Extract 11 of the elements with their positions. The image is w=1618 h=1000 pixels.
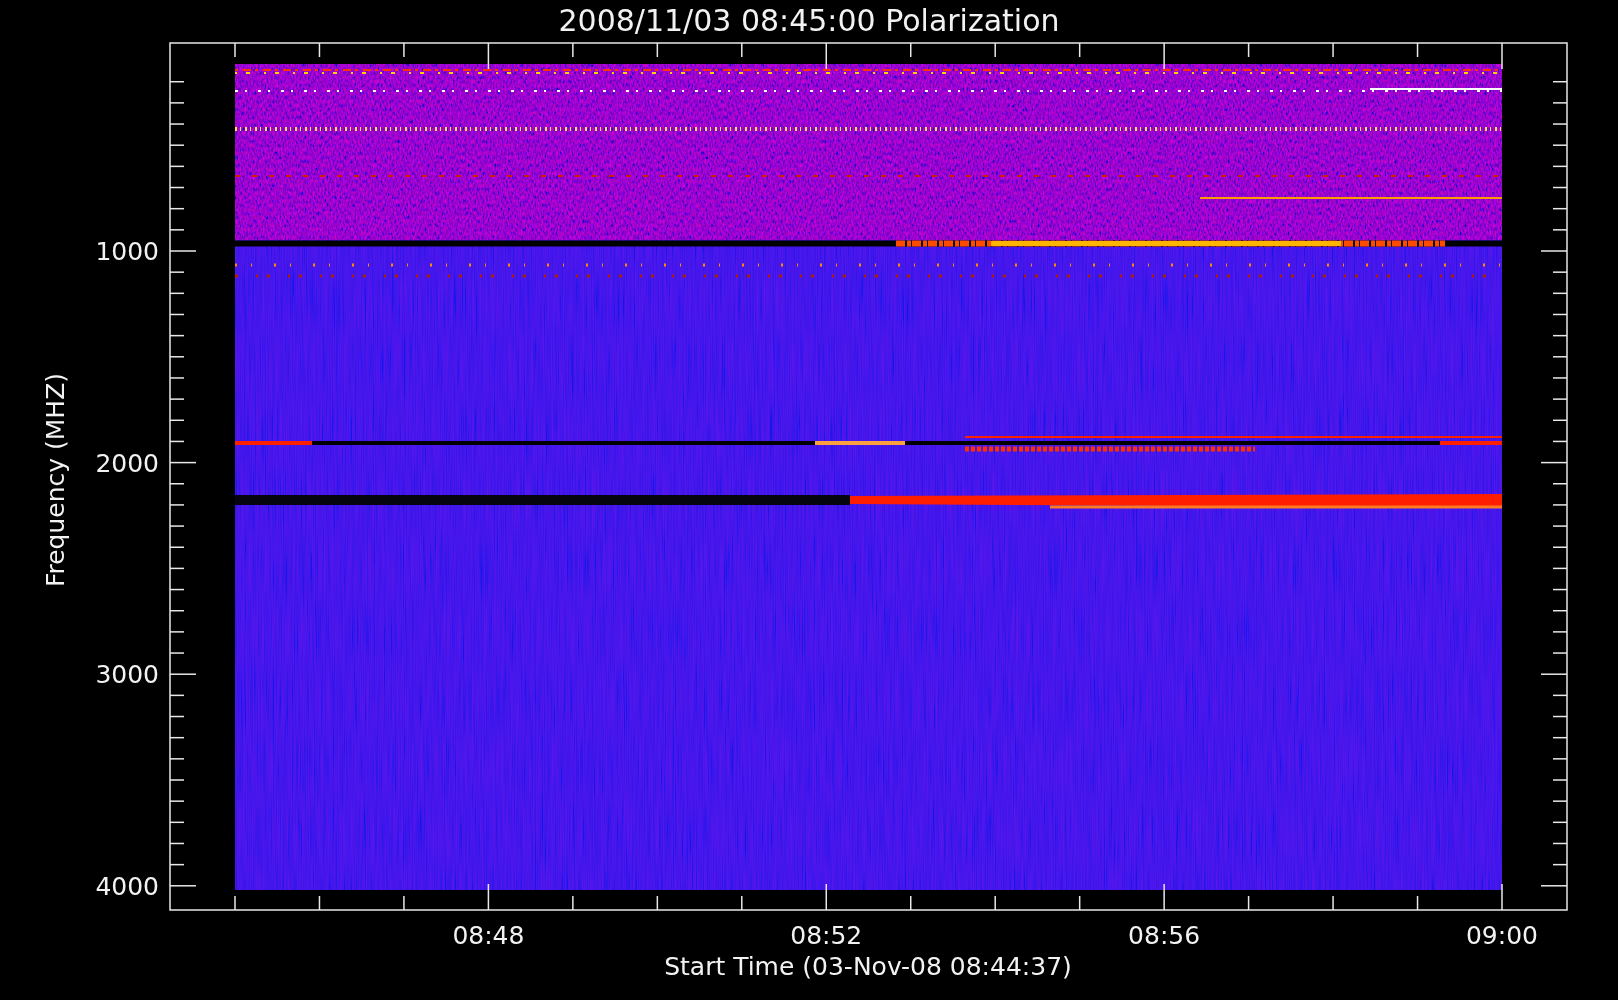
- x-tick-label: 09:00: [1466, 921, 1538, 950]
- y-tick-label: 1000: [95, 237, 159, 266]
- y-tick-label: 3000: [95, 660, 159, 690]
- y-tick-label: 2000: [95, 448, 159, 478]
- chart-title: 2008/11/03 08:45:00 Polarization: [558, 3, 1060, 38]
- x-tick-label: 08:56: [1128, 921, 1201, 950]
- x-tick-label: 08:52: [790, 921, 863, 950]
- x-axis-label: Start Time (03-Nov-08 08:44:37): [664, 952, 1072, 981]
- y-tick-label: 4000: [95, 871, 159, 901]
- x-tick-label: 08:48: [452, 921, 525, 950]
- y-axis-label: Frequency (MHZ): [41, 372, 70, 588]
